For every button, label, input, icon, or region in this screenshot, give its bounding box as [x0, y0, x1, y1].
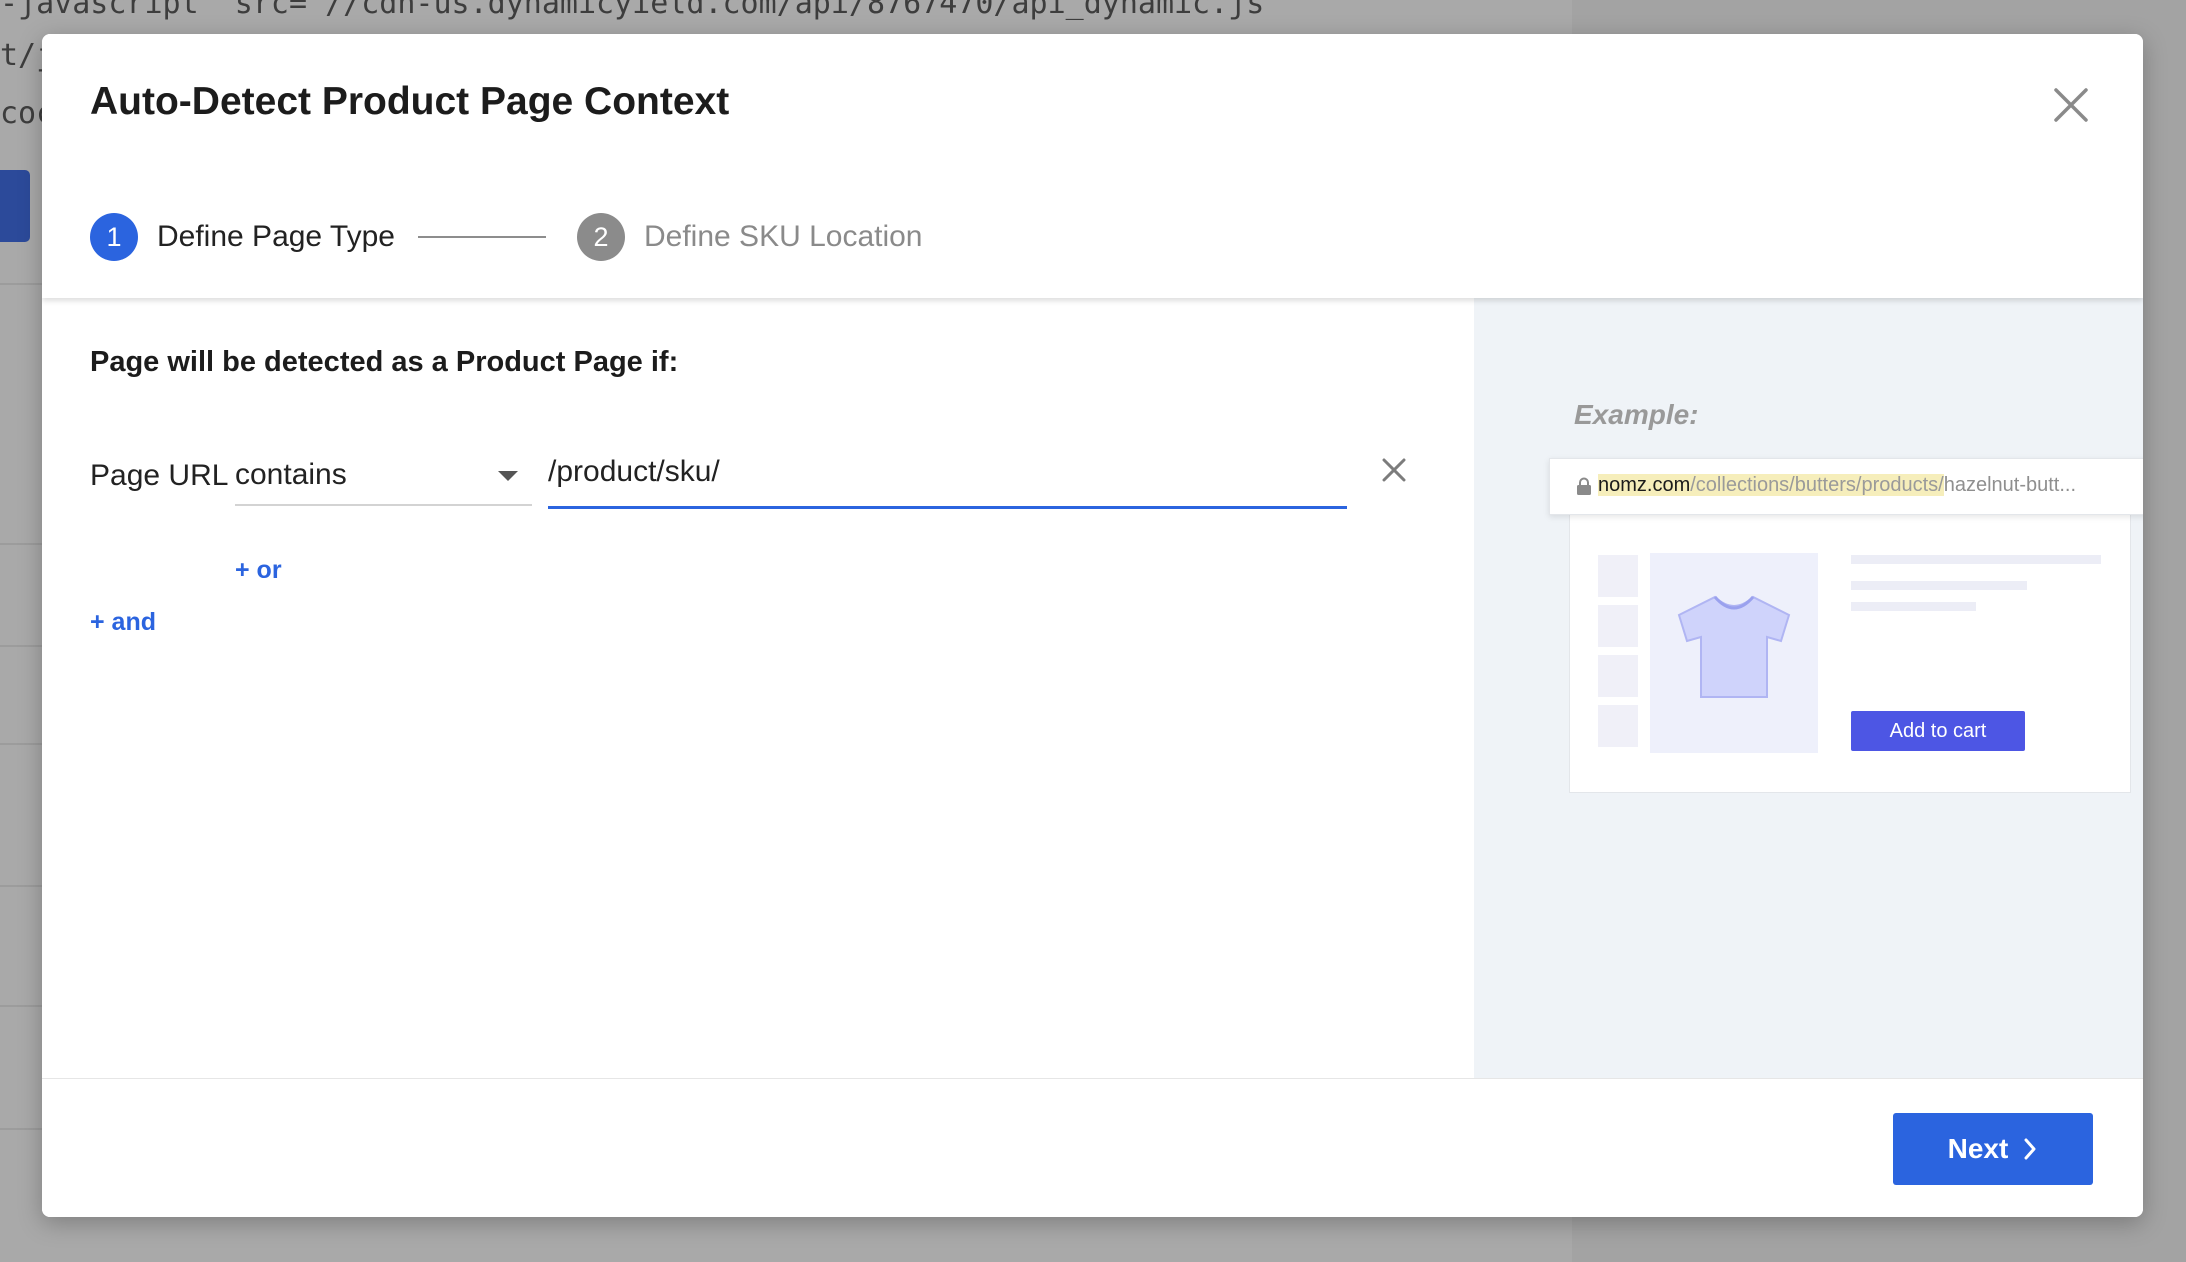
close-icon: [1382, 458, 1406, 482]
close-modal-button[interactable]: [2048, 82, 2094, 128]
lock-icon: [1577, 477, 1591, 495]
operator-select[interactable]: contains: [235, 442, 532, 506]
product-image-placeholder: [1650, 553, 1818, 753]
rule-editor-pane: Page will be detected as a Product Page …: [42, 298, 1474, 1078]
background-divider: [0, 645, 42, 647]
background-divider: [0, 1128, 42, 1130]
tshirt-icon: [1677, 595, 1791, 698]
remove-condition-button[interactable]: [1376, 452, 1412, 488]
background-divider: [0, 1005, 42, 1007]
thumbnail-placeholder: [1598, 655, 1638, 697]
modal-footer: Next: [42, 1078, 2143, 1217]
modal-body: Page will be detected as a Product Page …: [42, 298, 2143, 1078]
url-domain: nomz.com: [1598, 474, 1691, 496]
url-value-input[interactable]: [548, 442, 1347, 509]
background-divider: [0, 283, 42, 285]
step-connector: [418, 236, 546, 238]
field-label: Page URL: [90, 459, 229, 492]
example-label: Example:: [1574, 399, 1699, 430]
chevron-right-icon: [2024, 1138, 2036, 1160]
example-pane: Example: nomz.com/collections/butters/pr…: [1474, 298, 2143, 1078]
auto-detect-modal: Auto-Detect Product Page Context 1 Defin…: [42, 34, 2143, 1217]
step-label: Define Page Type: [157, 220, 395, 253]
add-and-condition-link[interactable]: + and: [90, 608, 156, 637]
close-icon: [2054, 88, 2088, 122]
text-line-placeholder: [1851, 555, 2101, 564]
step-label: Define SKU Location: [644, 220, 923, 253]
step-define-page-type[interactable]: 1 Define Page Type: [90, 213, 395, 261]
url-rest: hazelnut-butt...: [1943, 474, 2077, 496]
step-define-sku-location[interactable]: 2 Define SKU Location: [577, 213, 923, 261]
background-divider: [0, 743, 42, 745]
example-url-bar: nomz.com/collections/butters/products/ha…: [1549, 458, 2143, 515]
rule-heading: Page will be detected as a Product Page …: [90, 346, 679, 378]
next-button-label: Next: [1947, 1133, 2009, 1164]
modal-title: Auto-Detect Product Page Context: [90, 80, 730, 123]
background-divider: [0, 885, 42, 887]
thumbnail-placeholder: [1598, 705, 1638, 747]
next-button[interactable]: Next: [1893, 1113, 2093, 1185]
example-url: nomz.com/collections/butters/products/ha…: [1598, 474, 2076, 497]
text-line-placeholder: [1851, 581, 2027, 590]
step-number-badge: 2: [577, 213, 625, 261]
background-button: [0, 170, 30, 242]
thumbnail-placeholder: [1598, 605, 1638, 647]
background-divider: [0, 543, 42, 545]
add-to-cart-button: Add to cart: [1851, 711, 2025, 751]
modal-header: Auto-Detect Product Page Context 1 Defin…: [42, 34, 2143, 298]
chevron-down-icon: [498, 471, 518, 481]
background-code-line: -javascript" src="//cdn-us.dynamicyield.…: [0, 0, 1265, 21]
text-line-placeholder: [1851, 602, 1976, 611]
step-number-badge: 1: [90, 213, 138, 261]
thumbnail-placeholder: [1598, 555, 1638, 597]
add-or-condition-link[interactable]: + or: [235, 556, 282, 585]
url-path: /collections/butters/products/: [1690, 474, 1944, 496]
example-product-preview: Add to cart: [1569, 474, 2131, 793]
operator-select-value: contains: [235, 458, 347, 491]
